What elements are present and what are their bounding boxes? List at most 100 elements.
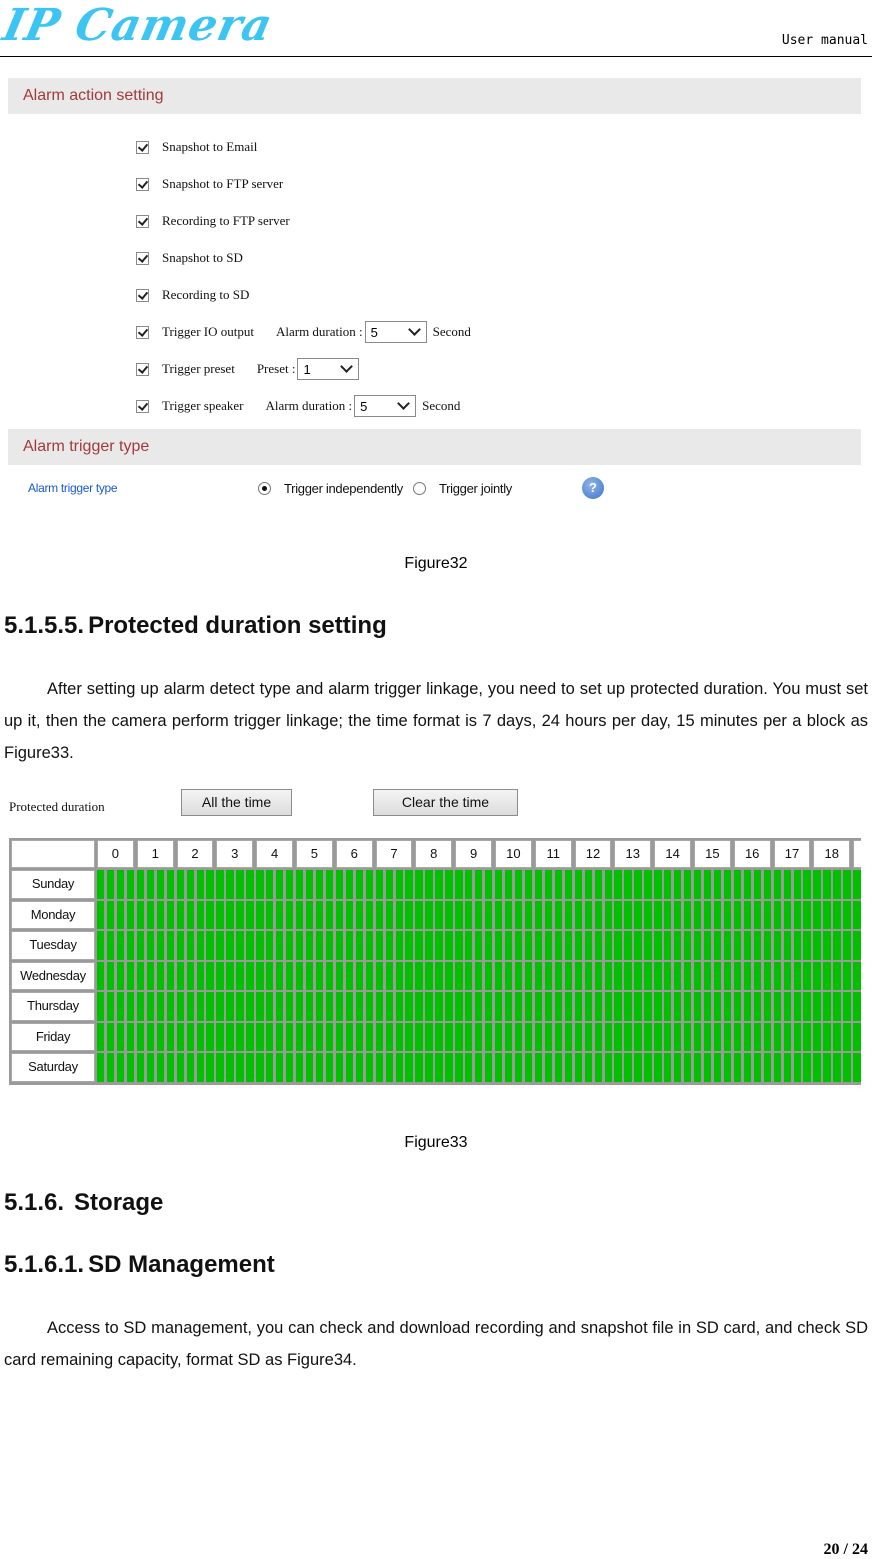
time-block[interactable]: [136, 992, 145, 1021]
time-block[interactable]: [654, 870, 662, 899]
time-block[interactable]: [415, 992, 423, 1021]
time-block[interactable]: [355, 900, 364, 929]
time-block[interactable]: [654, 992, 662, 1021]
hour-header-cell[interactable]: 16: [733, 840, 771, 868]
time-block[interactable]: [773, 1053, 781, 1082]
time-block[interactable]: [126, 931, 135, 960]
time-block[interactable]: [574, 1053, 582, 1082]
time-block[interactable]: [723, 992, 732, 1021]
time-block[interactable]: [305, 1053, 314, 1082]
time-block[interactable]: [684, 961, 692, 990]
time-block[interactable]: [296, 992, 304, 1021]
time-block[interactable]: [186, 992, 194, 1021]
time-block[interactable]: [534, 900, 543, 929]
time-block[interactable]: [803, 961, 811, 990]
time-block[interactable]: [97, 931, 105, 960]
time-block[interactable]: [286, 992, 294, 1021]
time-block[interactable]: [743, 961, 752, 990]
time-block[interactable]: [465, 961, 473, 990]
time-block[interactable]: [793, 870, 801, 899]
time-block[interactable]: [226, 931, 234, 960]
day-label-cell[interactable]: Thursday: [11, 992, 95, 1021]
day-label-cell[interactable]: Wednesday: [11, 961, 95, 990]
time-block[interactable]: [604, 992, 612, 1021]
time-block[interactable]: [385, 1022, 393, 1051]
time-block[interactable]: [614, 1053, 622, 1082]
time-block[interactable]: [206, 961, 214, 990]
time-block[interactable]: [196, 900, 204, 929]
checkbox[interactable]: [136, 214, 149, 228]
time-block[interactable]: [753, 1053, 762, 1082]
hour-header-cell[interactable]: 8: [415, 840, 453, 868]
time-block[interactable]: [524, 900, 533, 929]
time-block[interactable]: [315, 992, 324, 1021]
time-block[interactable]: [723, 900, 732, 929]
time-block[interactable]: [226, 900, 234, 929]
time-block[interactable]: [395, 961, 403, 990]
time-block[interactable]: [345, 900, 354, 929]
time-block[interactable]: [465, 931, 473, 960]
time-block[interactable]: [634, 1053, 642, 1082]
time-block[interactable]: [495, 900, 503, 929]
time-block[interactable]: [97, 1022, 105, 1051]
time-block[interactable]: [504, 1022, 513, 1051]
time-block[interactable]: [315, 931, 324, 960]
time-block[interactable]: [624, 870, 632, 899]
time-block[interactable]: [156, 992, 165, 1021]
time-block[interactable]: [305, 992, 314, 1021]
time-block[interactable]: [226, 870, 234, 899]
time-block[interactable]: [256, 1022, 264, 1051]
time-block[interactable]: [425, 1053, 433, 1082]
time-block[interactable]: [485, 870, 493, 899]
time-block[interactable]: [534, 870, 543, 899]
time-block[interactable]: [345, 961, 354, 990]
time-block[interactable]: [644, 900, 652, 929]
time-block[interactable]: [116, 992, 125, 1021]
time-block[interactable]: [136, 870, 145, 899]
time-block[interactable]: [713, 961, 722, 990]
time-block[interactable]: [843, 1053, 851, 1082]
time-block[interactable]: [524, 870, 533, 899]
time-block[interactable]: [116, 1022, 125, 1051]
time-block[interactable]: [415, 961, 423, 990]
time-block[interactable]: [445, 992, 453, 1021]
time-block[interactable]: [305, 1022, 314, 1051]
time-block[interactable]: [156, 1053, 165, 1082]
time-block[interactable]: [803, 931, 811, 960]
time-block[interactable]: [733, 900, 742, 929]
time-block[interactable]: [793, 992, 801, 1021]
time-block[interactable]: [813, 870, 821, 899]
time-block[interactable]: [833, 1022, 841, 1051]
time-block[interactable]: [156, 870, 165, 899]
time-block[interactable]: [236, 992, 244, 1021]
hour-header-cell[interactable]: 13: [614, 840, 652, 868]
time-block[interactable]: [465, 900, 473, 929]
time-block[interactable]: [286, 1053, 294, 1082]
time-block[interactable]: [624, 961, 632, 990]
time-block[interactable]: [385, 992, 393, 1021]
time-block[interactable]: [325, 961, 334, 990]
time-block[interactable]: [664, 1053, 672, 1082]
time-block[interactable]: [574, 931, 582, 960]
time-block[interactable]: [694, 900, 702, 929]
time-block[interactable]: [723, 931, 732, 960]
time-block[interactable]: [226, 992, 234, 1021]
time-block[interactable]: [335, 870, 344, 899]
time-block[interactable]: [504, 931, 513, 960]
time-block[interactable]: [614, 961, 622, 990]
checkbox-label[interactable]: Trigger IO output: [162, 324, 254, 340]
time-block[interactable]: [355, 870, 364, 899]
time-block[interactable]: [206, 900, 214, 929]
time-block[interactable]: [335, 1022, 344, 1051]
hour-header-cell[interactable]: 3: [216, 840, 254, 868]
time-block[interactable]: [763, 992, 771, 1021]
time-block[interactable]: [445, 870, 453, 899]
time-block[interactable]: [236, 1022, 244, 1051]
time-block[interactable]: [126, 961, 135, 990]
time-block[interactable]: [445, 1022, 453, 1051]
time-block[interactable]: [276, 870, 284, 899]
time-block[interactable]: [544, 961, 553, 990]
time-block[interactable]: [375, 900, 383, 929]
time-block[interactable]: [315, 1022, 324, 1051]
time-block[interactable]: [534, 1022, 543, 1051]
